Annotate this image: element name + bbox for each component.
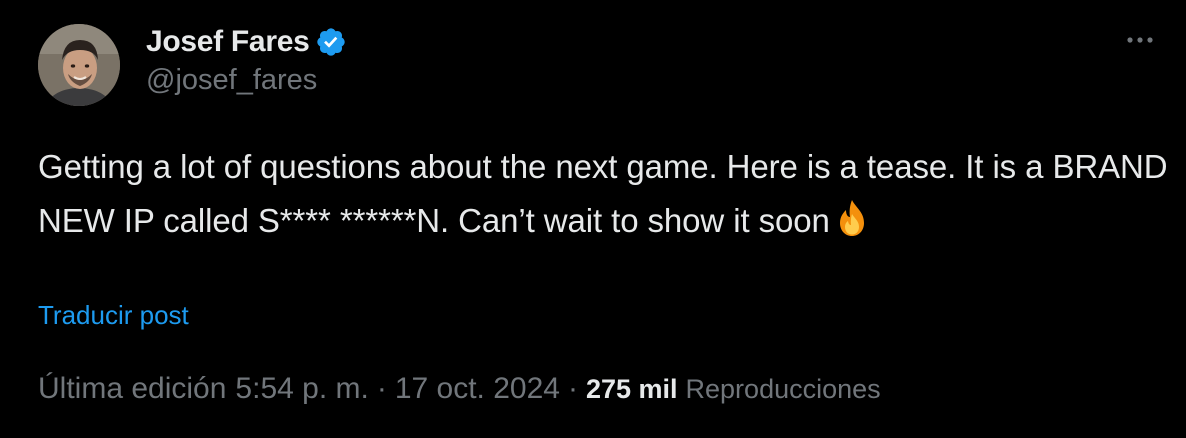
- meta-separator: ·: [376, 372, 387, 405]
- more-options-icon[interactable]: [1122, 30, 1158, 50]
- views-count: 275 mil: [585, 374, 678, 404]
- translate-post-link[interactable]: Traducir post: [38, 300, 189, 331]
- avatar-image: [38, 24, 120, 106]
- edited-label[interactable]: Última edición: [38, 372, 226, 406]
- tweet-text: Getting a lot of questions about the nex…: [38, 140, 1168, 248]
- tweet-card: Josef Fares @josef_fares Getting a lot o…: [0, 0, 1186, 438]
- avatar[interactable]: [38, 24, 120, 106]
- tweet-meta: Última edición 5:54 p. m. · 17 oct. 2024…: [38, 372, 881, 406]
- author-handle[interactable]: @josef_fares: [146, 64, 317, 97]
- verified-badge-icon: [315, 26, 347, 58]
- tweet-date[interactable]: 17 oct. 2024: [395, 372, 560, 406]
- tweet-time[interactable]: 5:54 p. m.: [235, 372, 368, 406]
- meta-separator: ·: [567, 372, 578, 405]
- author-name-row[interactable]: Josef Fares: [146, 22, 347, 62]
- views-label: Reproducciones: [685, 374, 881, 404]
- tweet-body: Getting a lot of questions about the nex…: [38, 148, 1168, 239]
- author-display-name[interactable]: Josef Fares: [146, 25, 310, 59]
- fire-emoji-icon: [832, 198, 872, 238]
